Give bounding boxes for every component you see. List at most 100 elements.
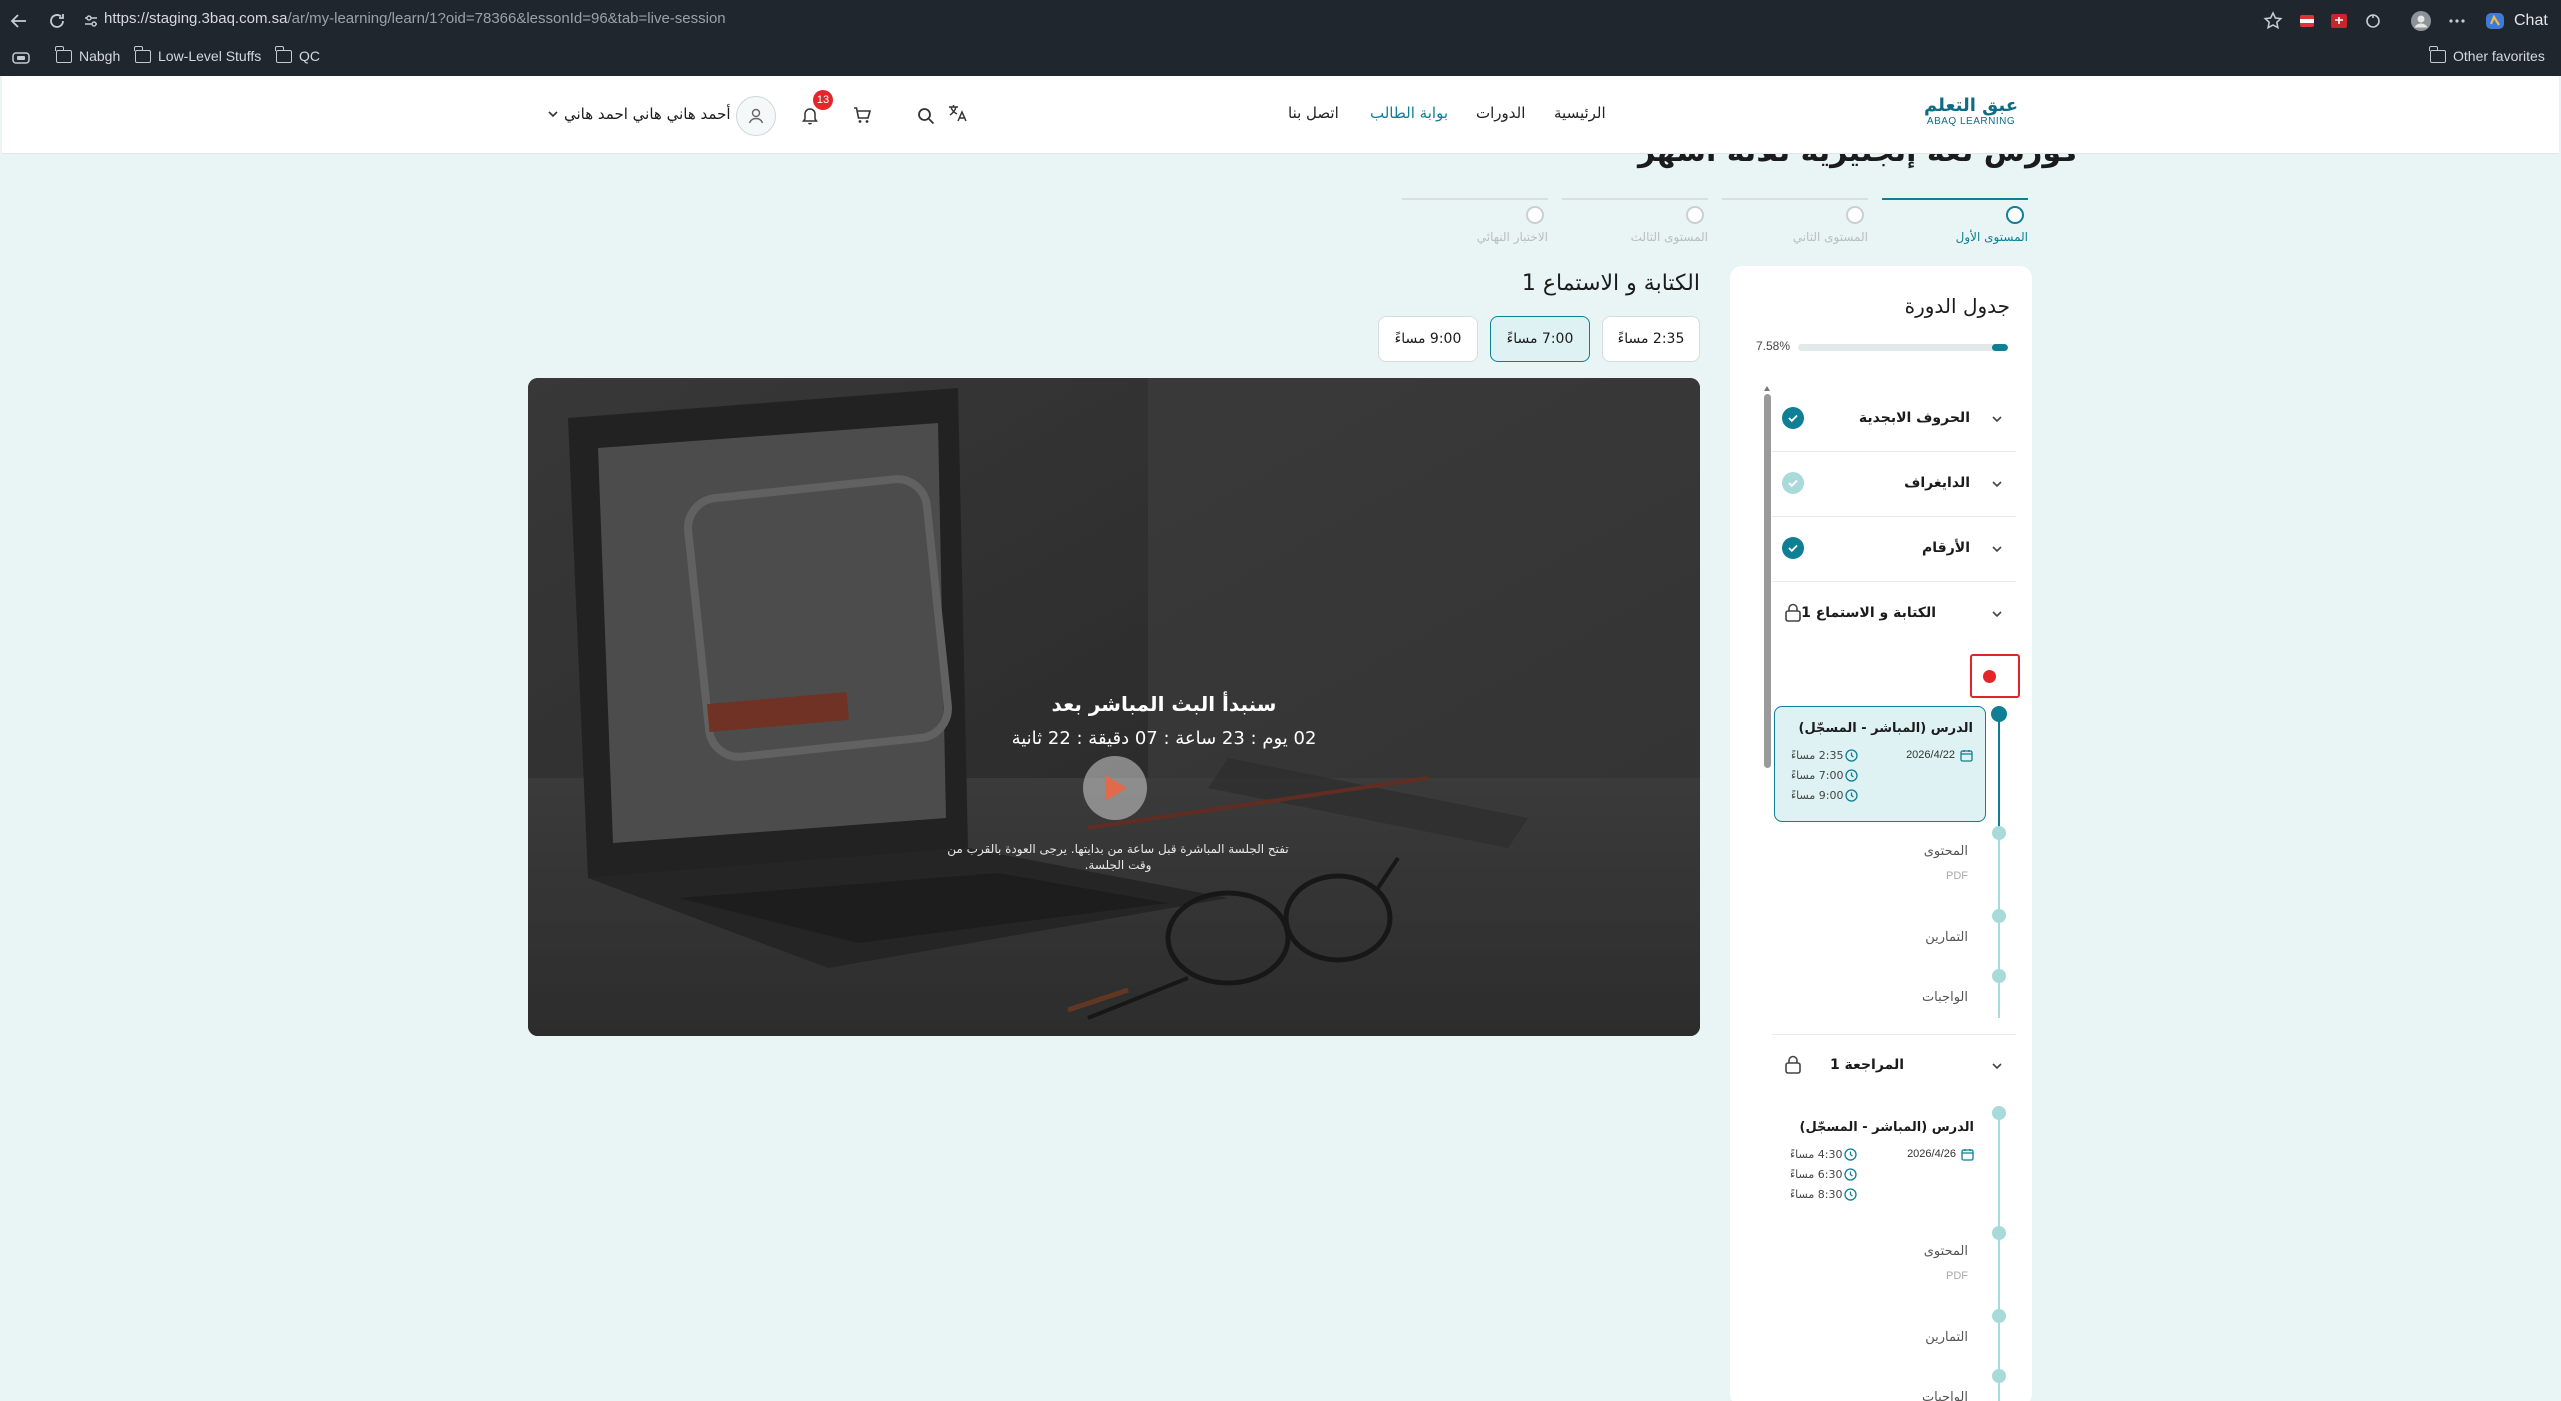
session-time-button[interactable]: 9:00 مساءً: [1378, 316, 1478, 362]
session-time-button[interactable]: 2:35 مساءً: [1602, 316, 1700, 362]
clock-icon: [1845, 749, 1858, 762]
unit-title: المراجعة 1: [1829, 1057, 1904, 1073]
scroll-up-arrow-icon[interactable]: [1764, 386, 1770, 391]
user-name[interactable]: أحمد هاني هاني احمد هاني: [564, 105, 731, 123]
play-icon: [1105, 775, 1127, 801]
chevron-down-icon[interactable]: [1990, 477, 2004, 491]
live-session-player[interactable]: سنبدأ البث المباشر بعد 02 يوم : 23 ساعة …: [528, 378, 1700, 1036]
folder-icon: [275, 45, 292, 63]
bookmark-label: Nabgh: [79, 48, 121, 64]
step-label: المستوى الثالث: [1630, 230, 1708, 244]
bookmark-qc[interactable]: QC: [275, 45, 320, 64]
calendar-icon: [1960, 749, 1973, 762]
lock-icon: [1784, 603, 1802, 623]
lesson-time: 9:00 مساءً: [1791, 789, 1844, 802]
logo-arabic: عبق التعلم: [1924, 95, 2019, 116]
lesson-card-live-recorded[interactable]: الدرس (المباشر - المسجّل) 2026/4/26 4:30…: [1774, 1106, 1986, 1222]
play-button[interactable]: [1083, 756, 1147, 820]
session-time-button-selected[interactable]: 7:00 مساءً: [1490, 316, 1590, 362]
lesson-content-link[interactable]: المحتوى: [1924, 1244, 1968, 1259]
browser-chrome: https://staging.3baq.com.sa/ar/my-learni…: [0, 0, 2561, 76]
step-line: [1562, 198, 1708, 200]
page: عبق التعلم ABAQ LEARNING الرئيسية الدورا…: [2, 76, 2559, 1401]
chevron-down-icon[interactable]: [1990, 412, 2004, 426]
search-icon[interactable]: [915, 105, 937, 127]
lesson-homework-link[interactable]: الواجبات: [1922, 990, 1968, 1005]
unit-digraph[interactable]: الدايغراف: [1772, 453, 2016, 517]
extension-red-icon[interactable]: [2328, 10, 2350, 32]
back-arrow-icon[interactable]: [8, 10, 30, 32]
translate-icon[interactable]: [946, 102, 968, 124]
bookmark-label: QC: [299, 48, 320, 64]
favorite-star-icon[interactable]: [2262, 10, 2284, 32]
lesson-date: 2026/4/22: [1906, 749, 1955, 761]
unit-review-1[interactable]: المراجعة 1: [1772, 1034, 2016, 1098]
bookmark-low-level-stuffs[interactable]: Low-Level Stuffs: [134, 45, 261, 64]
reload-icon[interactable]: [46, 10, 68, 32]
lesson-content-link[interactable]: المحتوى: [1924, 844, 1968, 859]
folder-icon: [55, 45, 72, 63]
timeline-line-active: [1998, 714, 2000, 834]
user-menu-chevron-icon[interactable]: [546, 107, 560, 121]
lesson-exercises-link[interactable]: التمارين: [1925, 930, 1968, 945]
chevron-down-icon[interactable]: [1990, 1059, 2004, 1073]
cart-icon[interactable]: [851, 104, 873, 126]
step-circle: [1686, 206, 1704, 224]
unit-title: الكتابة و الاستماع 1: [1801, 605, 1936, 621]
chevron-down-icon[interactable]: [1990, 542, 2004, 556]
extension-flag-icon[interactable]: [2296, 10, 2318, 32]
bookmark-label: Other favorites: [2453, 48, 2545, 64]
nav-home[interactable]: الرئيسية: [1554, 104, 1606, 122]
unit-writing-listening-1[interactable]: الكتابة و الاستماع 1: [1772, 583, 2016, 647]
extension-refresh-icon[interactable]: [2362, 10, 2384, 32]
lock-icon: [1784, 1055, 1802, 1075]
step-circle: [2006, 206, 2024, 224]
site-logo[interactable]: عبق التعلم ABAQ LEARNING: [1924, 95, 2019, 128]
completed-check-icon: [1782, 537, 1804, 559]
lesson-card-live-recorded[interactable]: الدرس (المباشر - المسجّل) 2026/4/22 2:35…: [1774, 706, 1986, 822]
unit-alphabet[interactable]: الحروف الابجدية: [1772, 388, 2016, 452]
course-progress-bar: [1798, 344, 2008, 351]
nav-courses[interactable]: الدورات: [1476, 104, 1525, 122]
folder-icon: [134, 45, 151, 63]
unit-title: الدايغراف: [1904, 475, 1970, 491]
clock-icon: [1845, 789, 1858, 802]
lesson-exercises-link[interactable]: التمارين: [1925, 1330, 1968, 1345]
lesson-card-title: الدرس (المباشر - المسجّل): [1798, 721, 1974, 736]
chevron-down-icon[interactable]: [1990, 607, 2004, 621]
profile-icon[interactable]: [2410, 10, 2432, 32]
lesson-time: 4:30 مساءً: [1790, 1148, 1843, 1161]
logo-english: ABAQ LEARNING: [1926, 116, 2016, 127]
clock-icon: [1844, 1188, 1857, 1201]
live-indicator-highlight[interactable]: [1970, 654, 2020, 698]
unit-numbers[interactable]: الأرقام: [1772, 518, 2016, 582]
timeline-dot: [1992, 1226, 2006, 1240]
scroll-thumb[interactable]: [1764, 394, 1771, 768]
timeline-dot: [1992, 826, 2006, 840]
notifications-badge: 13: [813, 90, 833, 110]
bookmark-nabgh[interactable]: Nabgh: [55, 45, 121, 64]
lesson-time: 6:30 مساءً: [1790, 1168, 1843, 1181]
lesson-title: الكتابة و الاستماع 1: [1521, 271, 1700, 296]
partial-check-icon: [1782, 472, 1804, 494]
url-text[interactable]: https://staging.3baq.com.sa/ar/my-learni…: [104, 10, 726, 27]
bookmark-other-favorites[interactable]: Other favorites: [2429, 45, 2545, 64]
course-progress-fill: [1992, 344, 2008, 351]
user-avatar[interactable]: [736, 96, 776, 136]
tab-groups-icon[interactable]: [12, 50, 30, 66]
site-info-icon[interactable]: [80, 10, 102, 32]
lesson-time: 2:35 مساءً: [1791, 749, 1844, 762]
nav-contact-us[interactable]: اتصل بنا: [1288, 104, 1339, 122]
more-menu-icon[interactable]: [2446, 10, 2468, 32]
lesson-homework-link[interactable]: الواجبات: [1922, 1390, 1968, 1401]
step-circle: [1526, 206, 1544, 224]
unit-title: الحروف الابجدية: [1858, 410, 1970, 426]
step-line: [1882, 198, 2028, 200]
clock-icon: [1845, 769, 1858, 782]
url-host: https://staging.3baq.com.sa: [104, 10, 288, 27]
user-icon: [748, 108, 764, 124]
chat-button[interactable]: Chat: [2484, 8, 2556, 34]
step-label: الاختبار النهائي: [1476, 230, 1548, 244]
nav-student-portal[interactable]: بوابة الطالب: [1370, 104, 1448, 122]
sidebar-scrollbar[interactable]: [1762, 386, 1772, 1401]
